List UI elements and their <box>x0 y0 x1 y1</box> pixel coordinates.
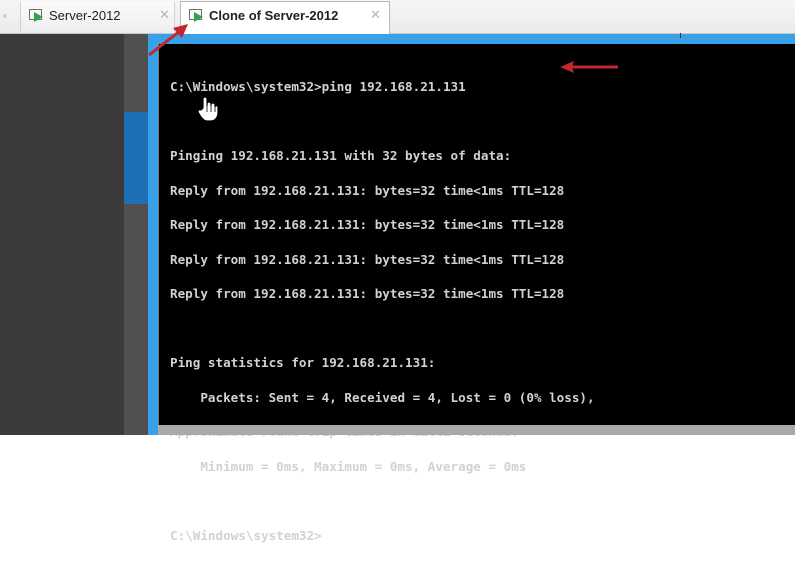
annotation-arrow-icon <box>560 61 618 73</box>
close-icon[interactable]: ✕ <box>159 7 170 23</box>
guest-desktop-border-left <box>148 34 158 435</box>
tab-scroll-left-icon[interactable]: ‹ <box>0 5 10 27</box>
host-sidebar <box>0 34 124 435</box>
tab-label: Clone of Server-2012 <box>209 8 339 23</box>
console-bottom-frame <box>158 425 795 435</box>
hand-pointer-icon <box>197 96 219 122</box>
vm-play-icon <box>29 9 45 23</box>
console-line: Reply from 192.168.21.131: bytes=32 time… <box>170 286 565 301</box>
console-line: Packets: Sent = 4, Received = 4, Lost = … <box>170 389 595 405</box>
close-icon[interactable]: ✕ <box>370 7 381 23</box>
console-line: C:\Windows\system32> <box>170 527 322 543</box>
console-output: C:\Windows\system32>ping 192.168.21.131 … <box>170 58 595 564</box>
text-cursor-mark <box>680 33 681 38</box>
guest-desktop-border <box>148 34 795 44</box>
selected-indicator <box>124 112 148 204</box>
command-prompt-window[interactable]: C:\Windows\system32>ping 192.168.21.131 … <box>158 44 795 541</box>
console-line: Minimum = 0ms, Maximum = 0ms, Average = … <box>170 458 527 474</box>
vm-sidebar-strip <box>124 34 148 435</box>
console-line: Ping statistics for 192.168.21.131: <box>170 355 436 370</box>
console-line: Pinging 192.168.21.131 with 32 bytes of … <box>170 148 512 163</box>
annotation-arrow-icon <box>148 24 188 57</box>
tab-clone-of-server-2012[interactable]: Clone of Server-2012 ✕ <box>180 1 390 34</box>
console-line: Reply from 192.168.21.131: bytes=32 time… <box>170 182 565 198</box>
console-line: Reply from 192.168.21.131: bytes=32 time… <box>170 251 565 267</box>
console-line: C:\Windows\system32>ping 192.168.21.131 <box>170 79 466 94</box>
console-line: Reply from 192.168.21.131: bytes=32 time… <box>170 217 565 232</box>
tab-label: Server-2012 <box>49 8 121 23</box>
tab-bar: ‹ Server-2012 ✕ Clone of Server-2012 ✕ <box>0 0 795 34</box>
vm-play-icon <box>189 9 205 23</box>
